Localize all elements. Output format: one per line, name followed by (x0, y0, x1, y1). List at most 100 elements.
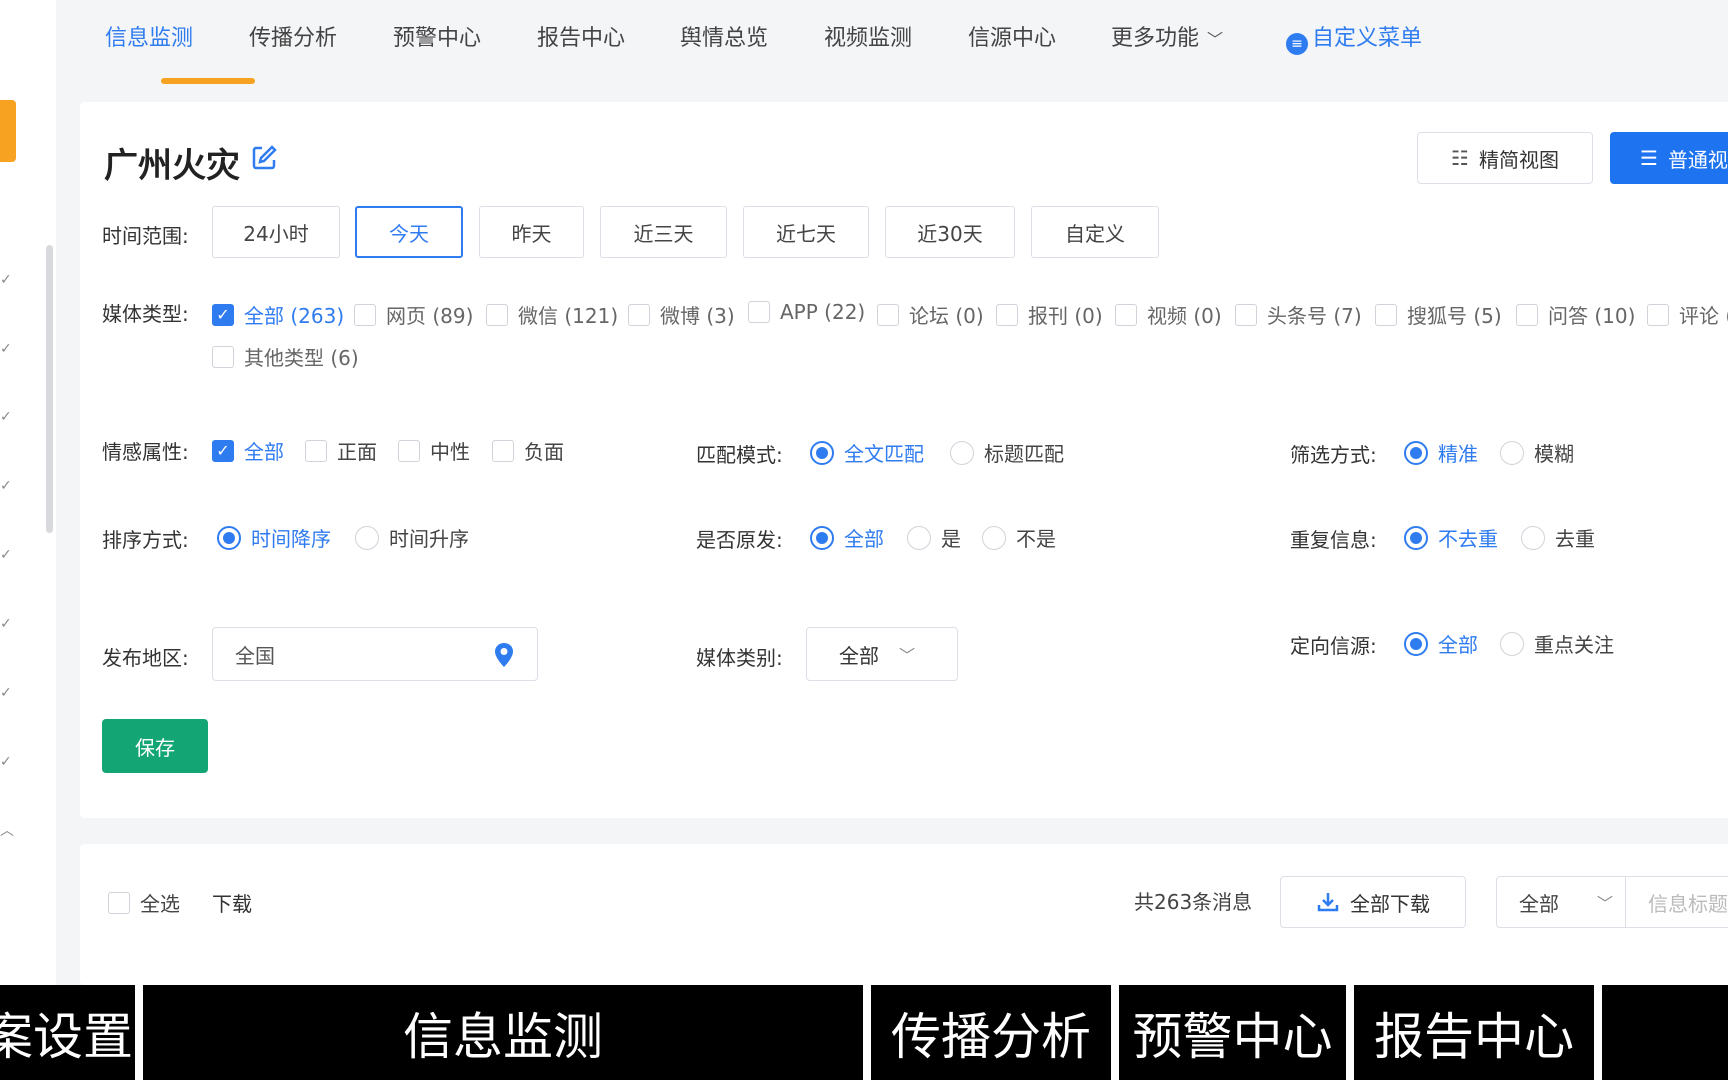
region-input[interactable]: 全国 (212, 627, 538, 681)
checkbox-icon (748, 301, 770, 323)
media-type-sohu[interactable]: 搜狐号 (5) (1375, 300, 1502, 329)
media-type-qa[interactable]: 问答 (10) (1516, 300, 1635, 329)
match-mode-label: 匹配模式: (696, 443, 783, 467)
duplicate-keep[interactable]: 不去重 (1404, 523, 1498, 552)
time-option-30days[interactable]: 近30天 (885, 206, 1015, 258)
filter-mode-option-label: 精准 (1438, 442, 1478, 466)
media-type-video[interactable]: 视频 (0) (1115, 300, 1222, 329)
checkbox-icon (486, 303, 508, 326)
nav-item-info-monitor[interactable]: 信息监测 (105, 20, 193, 52)
media-type-toutiao[interactable]: 头条号 (7) (1235, 300, 1362, 329)
normal-view-button[interactable]: ☰ 普通视 (1610, 132, 1728, 184)
filter-panel: 广州火灾 ☷ 精简视图 ☰ 普通视 时间范围: 24小时 今天 昨天 近三天 近… (80, 102, 1728, 818)
chevron-down-icon: ﹀ (1207, 30, 1224, 49)
time-option-today[interactable]: 今天 (355, 206, 463, 258)
filter-mode-label: 筛选方式: (1290, 443, 1377, 467)
media-type-weibo[interactable]: 微博 (3) (628, 300, 735, 329)
edit-icon[interactable] (250, 144, 278, 172)
time-option-yesterday[interactable]: 昨天 (479, 206, 584, 258)
sort-option-label: 时间升序 (389, 527, 469, 551)
subtitle-segment (1602, 985, 1728, 1080)
original-no[interactable]: 不是 (982, 523, 1056, 552)
sidebar-scrollbar[interactable] (46, 245, 53, 533)
chevron-icon[interactable]: ✓ (0, 617, 12, 631)
save-button[interactable]: 保存 (102, 719, 208, 773)
media-type-web[interactable]: 网页 (89) (354, 300, 473, 329)
time-option-24h[interactable]: 24小时 (212, 206, 340, 258)
time-option-custom[interactable]: 自定义 (1031, 206, 1159, 258)
media-type-wechat[interactable]: 微信 (121) (486, 300, 618, 329)
duplicate-remove[interactable]: 去重 (1521, 523, 1595, 552)
sentiment-option-label: 正面 (337, 440, 377, 464)
download-link[interactable]: 下载 (212, 888, 252, 917)
time-option-7days[interactable]: 近七天 (743, 206, 869, 258)
media-type-comment[interactable]: 评论 ( (1647, 300, 1728, 329)
sentiment-all[interactable]: ✓ 全部 (212, 436, 284, 465)
chevron-icon[interactable]: ✓ (0, 273, 12, 287)
subtitle-segment: 预警中心 (1119, 985, 1346, 1080)
chevron-icon[interactable]: ✓ (0, 342, 12, 356)
download-all-button[interactable]: 全部下载 (1280, 876, 1466, 928)
nav-item-opinion-overview[interactable]: 舆情总览 (680, 20, 768, 52)
media-type-option-label: 问答 (10) (1548, 304, 1636, 328)
original-all[interactable]: 全部 (810, 523, 884, 552)
checkbox-icon (1516, 303, 1538, 326)
media-type-all[interactable]: ✓ 全部 (263) (212, 300, 344, 329)
duplicate-label: 重复信息: (1290, 528, 1377, 552)
title-search-input[interactable]: 信息标题 (1626, 876, 1728, 928)
original-label: 是否原发: (696, 528, 783, 552)
total-count: 共263条消息 (1134, 890, 1253, 914)
radio-icon (1521, 525, 1545, 550)
media-type-option-label: 网页 (89) (386, 304, 474, 328)
location-pin-icon[interactable] (493, 642, 515, 668)
chevron-icon[interactable]: ✓ (0, 548, 12, 562)
media-type-other[interactable]: 其他类型 (6) (212, 342, 359, 371)
sort-option-label: 时间降序 (251, 527, 331, 551)
filter-mode-precise[interactable]: 精准 (1404, 438, 1478, 467)
nav-item-spread-analysis[interactable]: 传播分析 (249, 20, 337, 52)
simple-view-button[interactable]: ☷ 精简视图 (1417, 132, 1593, 184)
media-type-newspaper[interactable]: 报刊 (0) (996, 300, 1103, 329)
chevron-icon[interactable]: ✓ (0, 686, 12, 700)
directed-source-focus[interactable]: 重点关注 (1500, 629, 1614, 658)
media-type-option-label: 头条号 (7) (1267, 304, 1362, 328)
checkbox-icon (305, 439, 327, 462)
checkbox-icon (996, 303, 1018, 326)
media-type-option-label: APP (22) (780, 300, 866, 324)
directed-source-all[interactable]: 全部 (1404, 629, 1478, 658)
nav-item-more[interactable]: 更多功能 ﹀ (1111, 20, 1223, 52)
chevron-icon[interactable]: ✓ (0, 755, 12, 769)
nav-item-warning-center[interactable]: 预警中心 (393, 20, 481, 52)
sentiment-neutral[interactable]: 中性 (398, 436, 470, 465)
checkbox-icon (1375, 303, 1397, 326)
download-icon (1317, 893, 1339, 912)
chevron-icon[interactable]: ✓ (0, 410, 12, 424)
media-category-select[interactable]: 全部 ﹀ (806, 627, 958, 681)
scope-select-value: 全部 (1519, 891, 1559, 916)
list-circle-icon: ≡ (1286, 33, 1308, 55)
nav-custom-menu[interactable]: ≡ 自定义菜单 (1286, 20, 1422, 55)
original-yes[interactable]: 是 (907, 523, 961, 552)
sentiment-label: 情感属性: (102, 440, 189, 464)
sentiment-positive[interactable]: 正面 (305, 436, 377, 465)
region-value: 全国 (235, 643, 275, 668)
chevron-icon[interactable]: ✓ (0, 479, 12, 493)
sort-asc[interactable]: 时间升序 (355, 523, 469, 552)
media-type-app[interactable]: APP (22) (748, 300, 865, 324)
sort-desc[interactable]: 时间降序 (217, 523, 331, 552)
match-mode-title[interactable]: 标题匹配 (950, 438, 1064, 467)
menu-icon: ☰ (1640, 146, 1658, 170)
nav-item-source-center[interactable]: 信源中心 (968, 20, 1056, 52)
media-type-option-label: 视频 (0) (1147, 304, 1222, 328)
scope-select[interactable]: 全部 ﹀ (1496, 876, 1626, 928)
select-all-checkbox[interactable]: 全选 (108, 888, 180, 917)
nav-item-video-monitor[interactable]: 视频监测 (824, 20, 912, 52)
match-mode-fulltext[interactable]: 全文匹配 (810, 438, 924, 467)
sentiment-negative[interactable]: 负面 (492, 436, 564, 465)
time-option-3days[interactable]: 近三天 (600, 206, 727, 258)
checkbox-icon (212, 345, 234, 368)
filter-mode-fuzzy[interactable]: 模糊 (1500, 438, 1574, 467)
media-type-forum[interactable]: 论坛 (0) (877, 300, 984, 329)
chevron-up-icon[interactable]: ︿ (0, 824, 14, 838)
nav-item-report-center[interactable]: 报告中心 (537, 20, 625, 52)
